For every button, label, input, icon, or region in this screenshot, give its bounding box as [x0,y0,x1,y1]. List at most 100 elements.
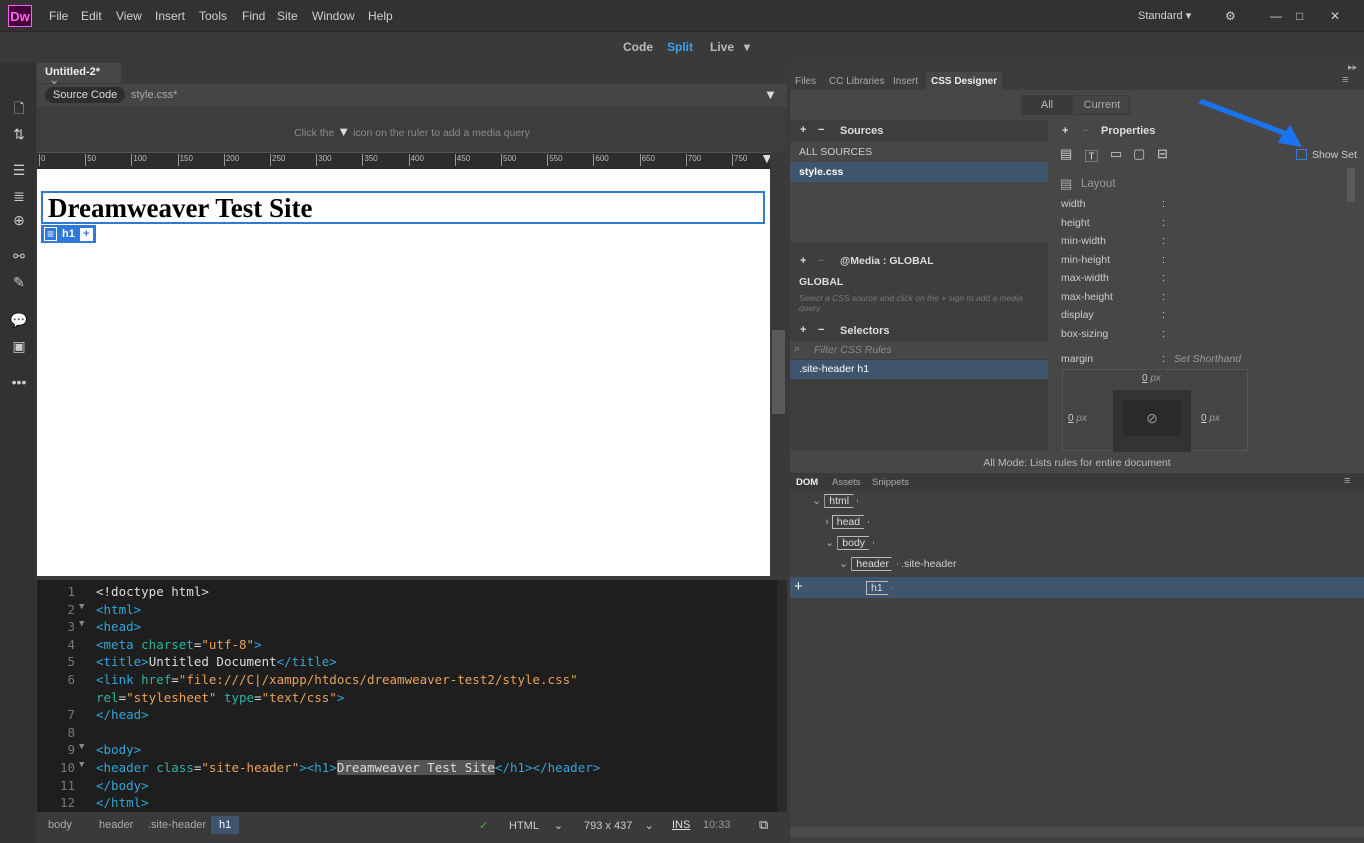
dom-menu-icon[interactable]: ≡ [1344,475,1350,487]
menu-window[interactable]: Window [312,9,355,23]
prop-max-width[interactable]: max-width [1061,272,1109,284]
code-line[interactable]: 1 <!doctype html> [37,584,777,602]
new-file-icon[interactable]: 🗋 [10,100,28,116]
add-element-icon[interactable]: + [794,578,803,595]
add-class-button[interactable]: + [79,227,93,241]
code-scrollbar[interactable] [777,580,787,812]
design-view[interactable]: Dreamweaver Test Site ≡ h1 + [37,169,770,576]
fold-icon[interactable]: ▼ [79,619,84,629]
maximize-button[interactable]: □ [1296,9,1303,23]
dom-node-head[interactable]: › head [825,515,870,529]
target-icon[interactable]: ⊕ [10,212,28,228]
dom-tag[interactable]: head [831,515,870,529]
code-line[interactable]: 10 ▼ <header class="site-header"><h1>Dream… [37,759,777,778]
chevron-down-icon[interactable]: ⌄ [839,558,848,570]
prop-display[interactable]: display [1061,309,1094,321]
comment-icon[interactable]: 💬 [10,312,28,328]
menu-edit[interactable]: Edit [81,9,102,23]
menu-file[interactable]: File [49,9,68,23]
panel-menu-icon[interactable]: ≡ [1342,74,1348,86]
prop-width[interactable]: width [1061,198,1086,210]
menu-help[interactable]: Help [368,9,393,23]
code-line[interactable]: 9 ▼ <body> [37,742,777,760]
code-format-icon[interactable]: ☰ [10,162,28,178]
mode-current-button[interactable]: Current [1074,95,1130,115]
menu-site[interactable]: Site [277,9,298,23]
ruler[interactable]: 0 50 100 150 200 250 300 350 400 450 500 550 600 650 7… [37,152,770,169]
chevron-right-icon[interactable]: › [825,516,829,528]
dom-node-header[interactable]: ⌄ header .site-header [839,557,957,571]
tab-css-designer[interactable]: CSS Designer [926,72,1003,91]
prop-min-height[interactable]: min-height [1061,254,1110,266]
dom-tag[interactable]: header [851,557,898,571]
remove-property-button[interactable]: − [1082,125,1088,137]
workspace-switcher[interactable]: Standard ▾ [1138,9,1191,22]
file-transfer-icon[interactable]: ⇅ [10,126,28,142]
margin-right-value[interactable]: 0 [1201,413,1207,424]
link-icon[interactable]: ⚯ [10,248,28,264]
page-heading[interactable]: Dreamweaver Test Site [43,193,763,223]
code-line[interactable]: 11 </body> [37,778,777,796]
add-source-button[interactable]: + [800,124,806,136]
prop-height[interactable]: height [1061,217,1090,229]
code-line[interactable]: 3 ▼ <head> [37,619,777,637]
filter-css-rules-input[interactable]: ⌕ Filter CSS Rules [790,341,1048,359]
scrollbar-thumb[interactable] [772,330,785,414]
text-category-icon[interactable]: 🅃 [1085,146,1098,165]
filter-icon[interactable]: ▼ [764,87,777,102]
style-css-file-button[interactable]: style.css* [131,89,177,101]
tab-cc-libraries[interactable]: CC Libraries [829,76,885,87]
split-view-button[interactable]: Split [667,40,693,54]
tab-files[interactable]: Files [795,76,816,87]
menu-insert[interactable]: Insert [155,9,185,23]
breadcrumb-h1[interactable]: h1 [211,816,240,834]
dom-node-html[interactable]: ⌄ html [812,494,859,508]
menu-view[interactable]: View [116,9,142,23]
document-type-select[interactable]: HTML ⌄ [509,819,563,832]
breadcrumb-header[interactable]: header [99,819,133,831]
selector-item[interactable]: .site-header h1 [790,360,1048,379]
dom-tag[interactable]: h1 [866,581,892,595]
image-icon[interactable]: ▣ [10,338,28,354]
source-code-button[interactable]: Source Code [45,87,126,103]
add-media-button[interactable]: + [800,255,806,267]
preview-icon[interactable]: ⧉ [759,817,768,833]
document-tab[interactable]: Untitled-2* × [37,63,121,90]
margin-left-value[interactable]: 0 [1068,413,1074,424]
remove-media-button[interactable]: − [818,255,824,267]
chevron-down-icon[interactable]: ⌄ [825,537,834,549]
properties-scrollbar[interactable] [1347,168,1355,202]
close-button[interactable]: ✕ [1330,9,1340,23]
prop-box-sizing[interactable]: box-sizing [1061,328,1108,340]
prop-margin[interactable]: margin [1061,353,1093,365]
menu-tools[interactable]: Tools [199,9,227,23]
remove-source-button[interactable]: − [818,124,824,136]
chevron-down-icon[interactable]: ▾ [744,40,750,54]
more-icon[interactable]: ••• [10,374,28,390]
remove-selector-button[interactable]: − [818,324,824,336]
source-item[interactable]: ALL SOURCES [790,142,1048,162]
tab-dom[interactable]: DOM [796,477,818,488]
add-property-button[interactable]: + [1062,125,1068,137]
margin-right[interactable]: 0 px [1201,413,1220,424]
background-category-icon[interactable]: ▢ [1133,146,1145,162]
code-line[interactable]: 2 ▼ <html> [37,602,777,620]
set-shorthand-link[interactable]: Set Shorthand [1174,353,1241,365]
design-scrollbar[interactable] [770,152,787,576]
prop-max-height[interactable]: max-height [1061,291,1113,303]
code-line[interactable]: 5 <title>Untitled Document</title> [37,654,777,672]
prop-min-width[interactable]: min-width [1061,235,1106,247]
code-line[interactable]: 12 </html> [37,795,777,813]
link-values-icon[interactable]: ⊘ [1123,400,1181,436]
menu-find[interactable]: Find [242,9,265,23]
code-line[interactable]: 7 </head> [37,707,777,725]
dom-node-body[interactable]: ⌄ body [825,536,875,550]
brush-icon[interactable]: ✎ [10,274,28,290]
selected-heading[interactable]: Dreamweaver Test Site [41,191,765,224]
add-selector-button[interactable]: + [800,324,806,336]
dom-scrollbar[interactable] [790,827,1364,837]
code-line[interactable]: 8 [37,725,777,743]
layout-category-icon[interactable]: ▤ [1060,146,1072,162]
more-category-icon[interactable]: ⊟ [1157,146,1168,162]
margin-top-value[interactable]: 0 [1142,373,1148,384]
